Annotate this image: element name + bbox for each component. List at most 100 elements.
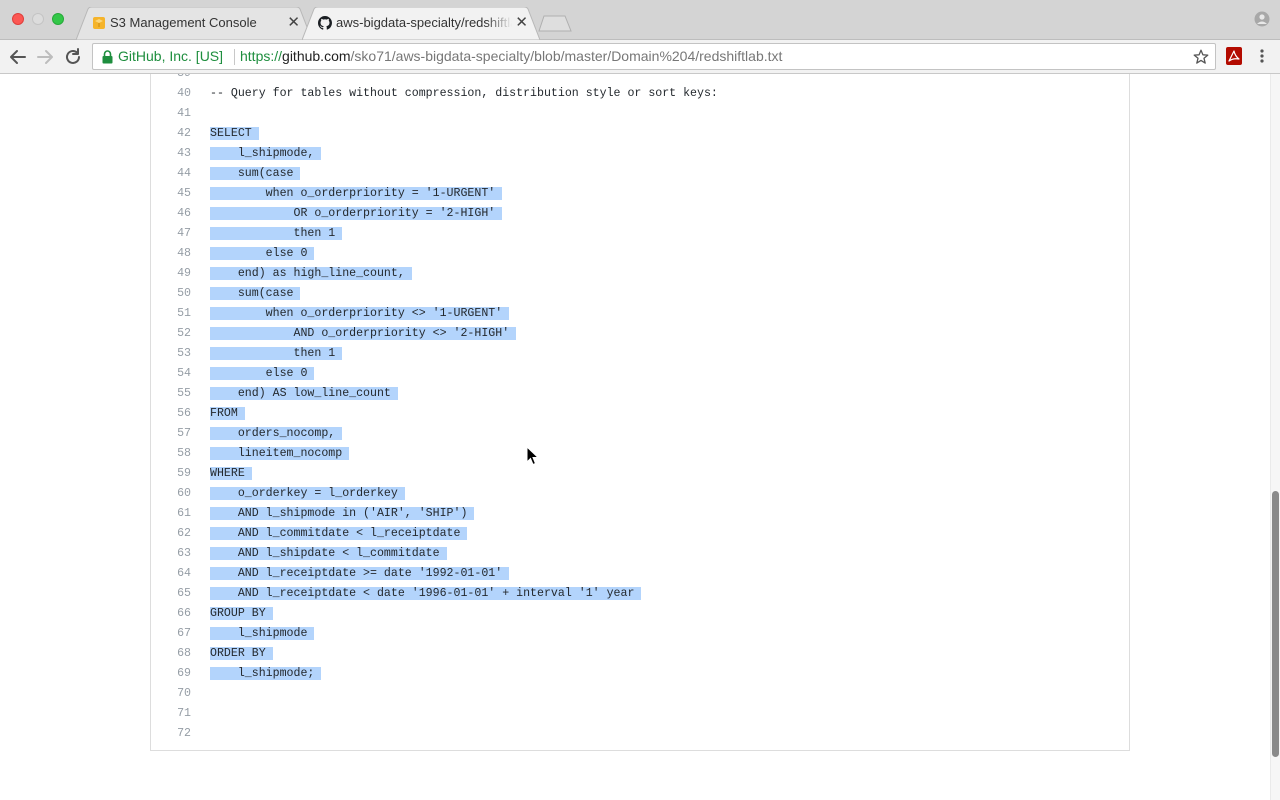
- tab-title: aws-bigdata-specialty/redshiftlab.txt: [336, 15, 512, 30]
- line-number[interactable]: 44: [151, 164, 191, 184]
- code-text: sum(case: [210, 284, 301, 304]
- forward-arrow-icon[interactable]: [34, 46, 56, 68]
- code-line: 57 orders_nocomp,: [151, 424, 1129, 444]
- line-number[interactable]: 69: [151, 664, 191, 684]
- new-tab-button[interactable]: [538, 15, 572, 32]
- line-number[interactable]: 49: [151, 264, 191, 284]
- tab-close-icon[interactable]: ✕: [515, 7, 528, 39]
- close-window-button[interactable]: [12, 13, 24, 25]
- line-number[interactable]: 45: [151, 184, 191, 204]
- code-text: GROUP BY: [210, 604, 273, 624]
- selected-code-text: end) as high_line_count,: [210, 267, 412, 280]
- code-text: lineitem_nocomp: [210, 444, 350, 464]
- selected-code-text: sum(case: [210, 167, 301, 180]
- line-number[interactable]: 47: [151, 224, 191, 244]
- line-number[interactable]: 67: [151, 624, 191, 644]
- code-line: 62 AND l_commitdate < l_receiptdate: [151, 524, 1129, 544]
- code-text: AND l_shipdate < l_commitdate: [210, 544, 447, 564]
- tab-strip: S3 Management Console ✕ aws-bigdata-spec…: [0, 0, 1280, 40]
- maximize-window-button[interactable]: [52, 13, 64, 25]
- code-line: 44 sum(case: [151, 164, 1129, 184]
- selected-code-text: AND l_shipdate < l_commitdate: [210, 547, 447, 560]
- code-text: l_shipmode: [210, 624, 315, 644]
- line-number[interactable]: 66: [151, 604, 191, 624]
- line-number[interactable]: 59: [151, 464, 191, 484]
- omnibox-divider: [234, 49, 235, 65]
- code-line: 40 -- Query for tables without compressio…: [151, 84, 1129, 104]
- selected-code-text: o_orderkey = l_orderkey: [210, 487, 405, 500]
- line-number[interactable]: 41: [151, 104, 191, 124]
- code-text: then 1: [210, 344, 343, 364]
- line-number[interactable]: 53: [151, 344, 191, 364]
- line-number[interactable]: 56: [151, 404, 191, 424]
- scrollbar-thumb[interactable]: [1272, 491, 1279, 757]
- url-scheme: https://: [240, 48, 283, 64]
- selected-code-text: WHERE: [210, 467, 252, 480]
- code-line: 69 l_shipmode;: [151, 664, 1129, 684]
- code-line: 42 SELECT: [151, 124, 1129, 144]
- minimize-window-button[interactable]: [32, 13, 44, 25]
- line-number[interactable]: 62: [151, 524, 191, 544]
- code-line: 60 o_orderkey = l_orderkey: [151, 484, 1129, 504]
- line-number[interactable]: 70: [151, 684, 191, 704]
- line-number[interactable]: 65: [151, 584, 191, 604]
- more-menu-icon[interactable]: [1256, 47, 1268, 65]
- selected-code-text: orders_nocomp,: [210, 427, 343, 440]
- line-number[interactable]: 43: [151, 144, 191, 164]
- line-number[interactable]: 64: [151, 564, 191, 584]
- tab-close-icon[interactable]: ✕: [287, 7, 300, 39]
- ev-certificate-label[interactable]: GitHub, Inc. [US]: [118, 44, 223, 69]
- line-number[interactable]: 48: [151, 244, 191, 264]
- line-number[interactable]: 42: [151, 124, 191, 144]
- code-line: 48 else 0: [151, 244, 1129, 264]
- reload-icon[interactable]: [62, 46, 84, 68]
- line-number[interactable]: 40: [151, 84, 191, 104]
- vertical-scrollbar[interactable]: [1270, 74, 1280, 800]
- code-text: end) AS low_line_count: [210, 384, 398, 404]
- line-number[interactable]: 61: [151, 504, 191, 524]
- line-number[interactable]: 72: [151, 724, 191, 744]
- selected-code-text: sum(case: [210, 287, 301, 300]
- code-line: 55 end) AS low_line_count: [151, 384, 1129, 404]
- tab-github-redshiftlab[interactable]: aws-bigdata-specialty/redshiftlab.txt ✕: [302, 7, 540, 40]
- line-number[interactable]: 39: [151, 74, 191, 84]
- code-line: 70: [151, 684, 1129, 704]
- code-line: 63 AND l_shipdate < l_commitdate: [151, 544, 1129, 564]
- code-line: 49 end) as high_line_count,: [151, 264, 1129, 284]
- selected-code-text: OR o_orderpriority = '2-HIGH': [210, 207, 503, 220]
- profile-avatar-icon[interactable]: [1254, 11, 1270, 27]
- code-line: 59 WHERE: [151, 464, 1129, 484]
- tab-s3-console[interactable]: S3 Management Console ✕: [76, 7, 312, 40]
- line-number[interactable]: 71: [151, 704, 191, 724]
- line-number[interactable]: 54: [151, 364, 191, 384]
- line-number[interactable]: 57: [151, 424, 191, 444]
- selected-code-text: when o_orderpriority <> '1-URGENT': [210, 307, 510, 320]
- back-arrow-icon[interactable]: [7, 46, 29, 68]
- code-text: SELECT: [210, 124, 259, 144]
- line-number[interactable]: 63: [151, 544, 191, 564]
- address-bar[interactable]: GitHub, Inc. [US] https://github.com/sko…: [92, 43, 1216, 70]
- code-text: AND l_receiptdate >= date '1992-01-01': [210, 564, 510, 584]
- selected-code-text: when o_orderpriority = '1-URGENT': [210, 187, 503, 200]
- line-number[interactable]: 68: [151, 644, 191, 664]
- url-text[interactable]: https://github.com/sko71/aws-bigdata-spe…: [240, 44, 782, 69]
- code-line: 71: [151, 704, 1129, 724]
- selected-code-text: AND o_orderpriority <> '2-HIGH': [210, 327, 517, 340]
- selected-code-text: AND l_receiptdate >= date '1992-01-01': [210, 567, 510, 580]
- browser-toolbar: GitHub, Inc. [US] https://github.com/sko…: [0, 40, 1280, 74]
- line-number[interactable]: 52: [151, 324, 191, 344]
- code-text: AND o_orderpriority <> '2-HIGH': [210, 324, 517, 344]
- line-number[interactable]: 50: [151, 284, 191, 304]
- acrobat-extension-icon[interactable]: [1226, 47, 1242, 65]
- code-text: AND l_commitdate < l_receiptdate: [210, 524, 468, 544]
- line-number[interactable]: 51: [151, 304, 191, 324]
- code-line: 53 then 1: [151, 344, 1129, 364]
- line-number[interactable]: 60: [151, 484, 191, 504]
- url-host: github.com: [282, 48, 351, 64]
- bookmark-star-icon[interactable]: [1193, 49, 1209, 65]
- lock-icon: [102, 50, 113, 64]
- line-number[interactable]: 55: [151, 384, 191, 404]
- line-number[interactable]: 46: [151, 204, 191, 224]
- code-text: then 1: [210, 224, 343, 244]
- line-number[interactable]: 58: [151, 444, 191, 464]
